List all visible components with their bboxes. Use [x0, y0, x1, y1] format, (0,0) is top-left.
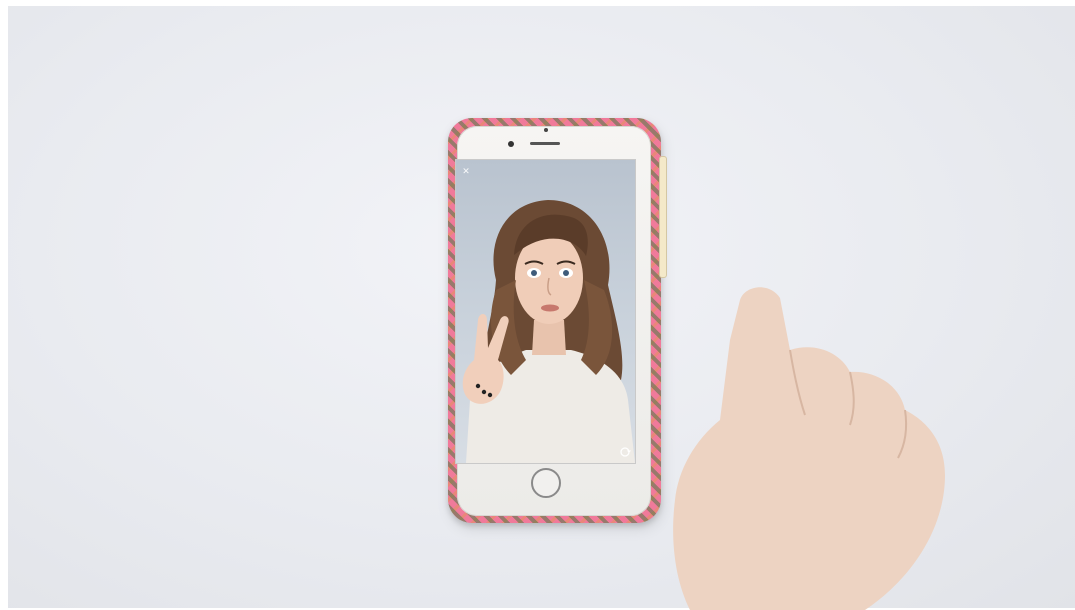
pointing-hand — [673, 287, 945, 610]
close-icon[interactable]: ✕ — [461, 166, 471, 176]
neck — [532, 320, 566, 355]
phone-screen: ✕ — [456, 160, 635, 463]
phone-side-button — [659, 156, 667, 278]
selfie-preview — [462, 200, 635, 463]
lips — [541, 304, 559, 312]
home-button[interactable] — [531, 468, 561, 498]
proximity-sensor — [544, 128, 548, 132]
flip-camera-icon[interactable] — [619, 446, 631, 458]
front-camera — [508, 141, 514, 147]
earpiece-speaker — [530, 142, 560, 145]
